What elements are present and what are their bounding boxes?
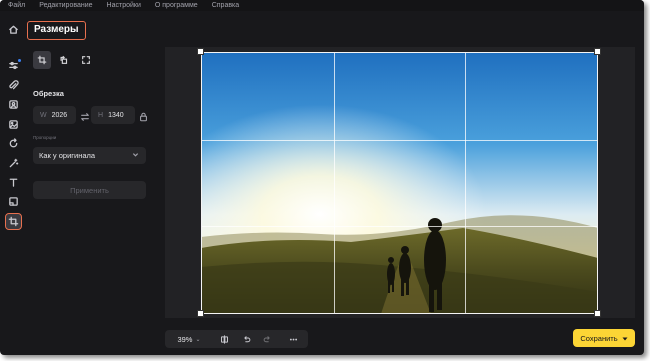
text-icon[interactable] [6, 175, 21, 190]
photo-icon[interactable] [6, 117, 21, 132]
redo-icon[interactable] [259, 330, 275, 348]
menu-edit[interactable]: Редактирование [39, 0, 92, 11]
crop-section-label: Обрезка [33, 89, 64, 98]
grid-line [333, 53, 335, 313]
expand-icon [82, 56, 90, 64]
adjustments-icon[interactable] [6, 58, 21, 73]
menu-help[interactable]: Справка [212, 0, 239, 11]
crop-mode-button[interactable] [33, 51, 51, 69]
crop-icon [37, 55, 47, 65]
crop-frame[interactable] [201, 52, 598, 314]
undo-icon[interactable] [238, 330, 254, 348]
menu-about[interactable]: О программе [155, 0, 198, 11]
height-value: 1340 [108, 111, 124, 119]
chevron-down-icon [132, 151, 139, 158]
save-button[interactable]: Сохранить [573, 329, 635, 347]
width-value: 2026 [51, 111, 68, 119]
portrait-icon[interactable] [6, 97, 21, 112]
zoom-value: 39% [177, 334, 193, 344]
app-window: Файл Редактирование Настройки О программ… [0, 0, 644, 355]
crop-handle-top-right[interactable] [594, 48, 601, 55]
frame-icon[interactable] [6, 194, 21, 209]
swap-icon[interactable] [80, 109, 90, 121]
resize-panel: Размеры Обрезка W 2026 H 1340 Пропорции … [27, 11, 155, 355]
apply-button[interactable]: Применить [33, 181, 146, 199]
rotate-icon[interactable] [6, 136, 21, 151]
crop-handle-bottom-right[interactable] [594, 310, 601, 317]
lock-icon[interactable] [139, 109, 148, 122]
grid-line [465, 53, 467, 313]
panel-title: Размеры [27, 21, 86, 40]
width-label: W [40, 111, 47, 119]
resize-mode-button[interactable] [77, 51, 95, 69]
image-canvas [165, 47, 635, 318]
ratio-select[interactable]: Как у оригинала [33, 147, 146, 164]
caret-down-icon [622, 335, 628, 341]
view-toolbar: 39% ⌄ [165, 330, 308, 348]
save-label: Сохранить [580, 333, 618, 343]
grid-line [202, 226, 597, 228]
menu-file[interactable]: Файл [8, 0, 25, 11]
notification-dot [18, 59, 21, 62]
chevron-down-icon: ⌄ [195, 336, 201, 343]
rotate-crop-icon [60, 55, 68, 64]
grid-line [202, 139, 597, 141]
tool-sidebar [0, 11, 27, 355]
home-icon[interactable] [6, 22, 21, 37]
ratio-value: Как у оригинала [39, 151, 96, 160]
crop-mode-group [33, 51, 95, 69]
more-icon[interactable] [285, 330, 301, 348]
width-field[interactable]: W 2026 [33, 106, 76, 124]
menu-settings[interactable]: Настройки [107, 0, 141, 11]
crop-handle-bottom-left[interactable] [197, 310, 204, 317]
compare-icon[interactable] [216, 330, 232, 348]
menu-bar: Файл Редактирование Настройки О программ… [0, 0, 644, 11]
zoom-dropdown[interactable]: 39% ⌄ [171, 330, 207, 348]
crop-handle-top-left[interactable] [197, 48, 204, 55]
ratio-label: Пропорции [33, 135, 57, 140]
rotate-mode-button[interactable] [55, 51, 73, 69]
paperclip-icon[interactable] [6, 78, 21, 93]
magic-wand-icon[interactable] [6, 156, 21, 171]
crop-icon[interactable] [5, 213, 22, 230]
height-label: H [98, 111, 104, 119]
height-field[interactable]: H 1340 [91, 106, 135, 124]
